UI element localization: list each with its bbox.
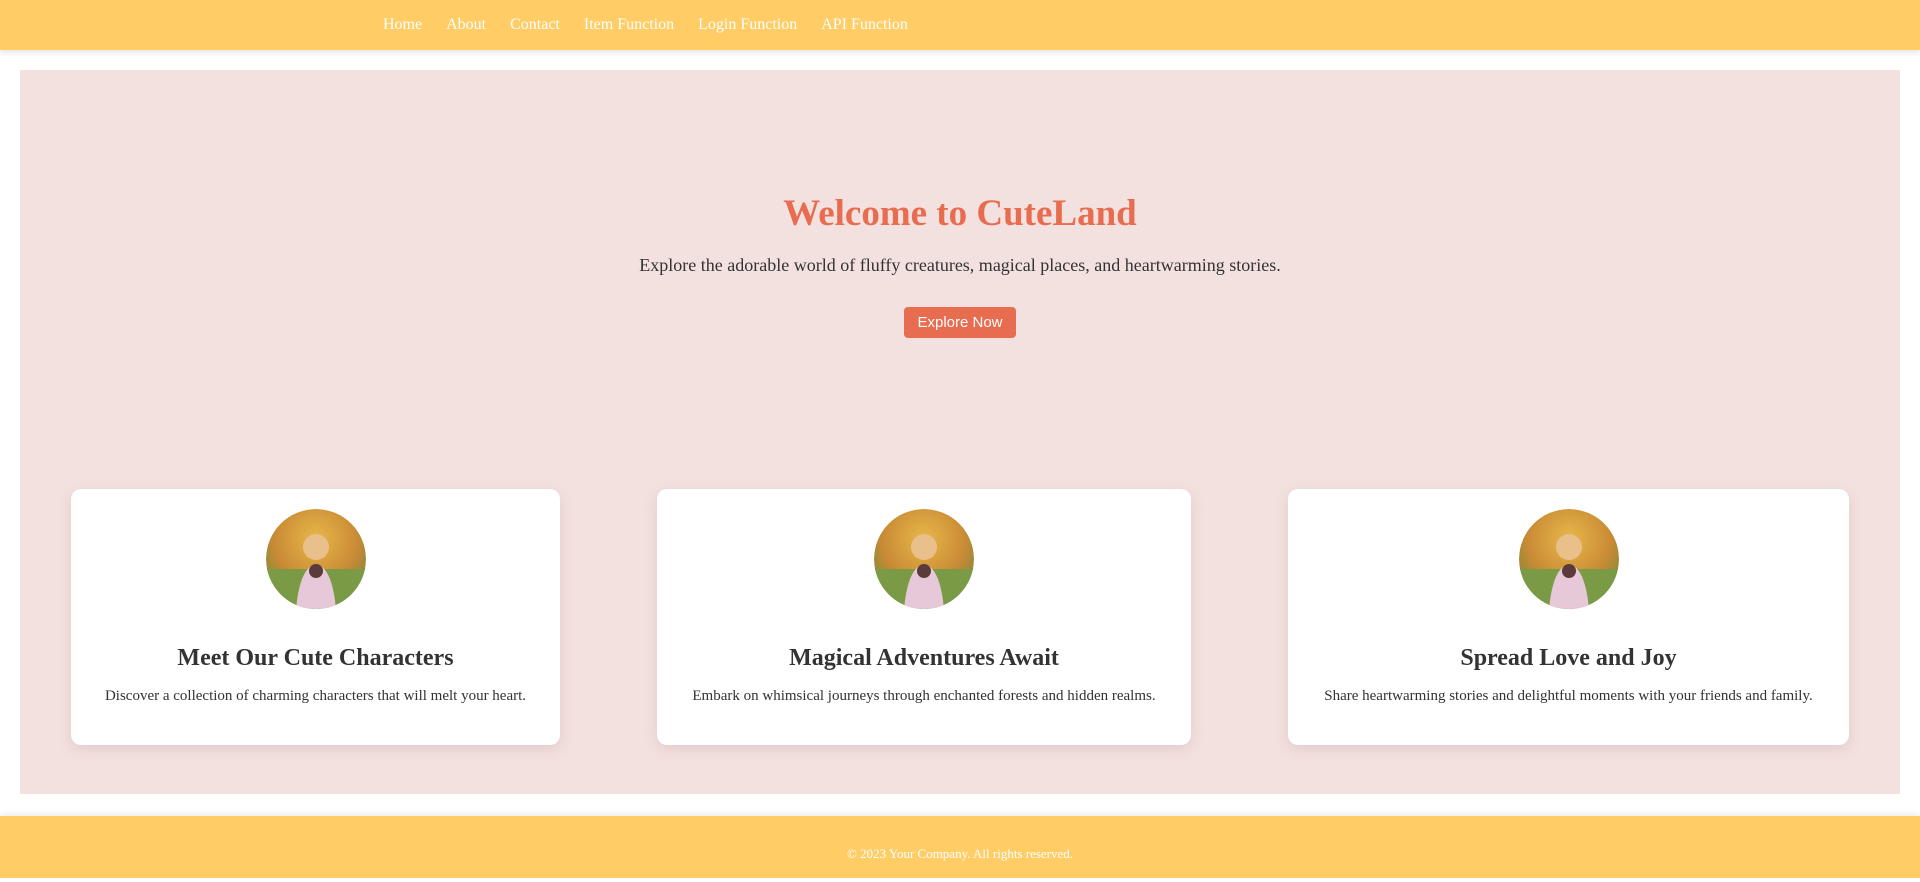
hero-subtitle: Explore the adorable world of fluffy cre…	[639, 255, 1281, 275]
nav-link-home[interactable]: Home	[383, 0, 422, 50]
main-content-panel: Welcome to CuteLand Explore the adorable…	[20, 70, 1900, 794]
feature-card-love-joy: Spread Love and Joy Share heartwarming s…	[1288, 489, 1849, 745]
card-title: Spread Love and Joy	[1460, 645, 1677, 671]
copyright-text: © 2023 Your Company. All rights reserved…	[846, 846, 1074, 861]
explore-now-button[interactable]: Explore Now	[904, 307, 1016, 338]
nav-link-contact[interactable]: Contact	[510, 0, 560, 50]
nav-link-about[interactable]: About	[446, 0, 486, 50]
card-image	[874, 509, 974, 609]
card-text: Embark on whimsical journeys through enc…	[692, 688, 1156, 704]
feature-card-adventures: Magical Adventures Await Embark on whims…	[657, 489, 1191, 745]
feature-card-characters: Meet Our Cute Characters Discover a coll…	[71, 489, 560, 745]
card-title: Magical Adventures Await	[789, 645, 1059, 671]
card-text: Discover a collection of charming charac…	[104, 688, 527, 704]
card-text: Share heartwarming stories and delightfu…	[1324, 688, 1813, 704]
hero-title: Welcome to CuteLand	[783, 193, 1137, 234]
card-image	[1518, 509, 1619, 609]
nav-link-login-function[interactable]: Login Function	[698, 0, 797, 50]
nav-link-api-function[interactable]: API Function	[821, 0, 908, 50]
page-footer: © 2023 Your Company. All rights reserved…	[0, 816, 1920, 878]
nav-link-item-function[interactable]: Item Function	[584, 0, 674, 50]
card-title: Meet Our Cute Characters	[177, 645, 454, 671]
card-image	[265, 509, 366, 609]
top-navbar: Home About Contact Item Function Login F…	[0, 0, 1920, 50]
